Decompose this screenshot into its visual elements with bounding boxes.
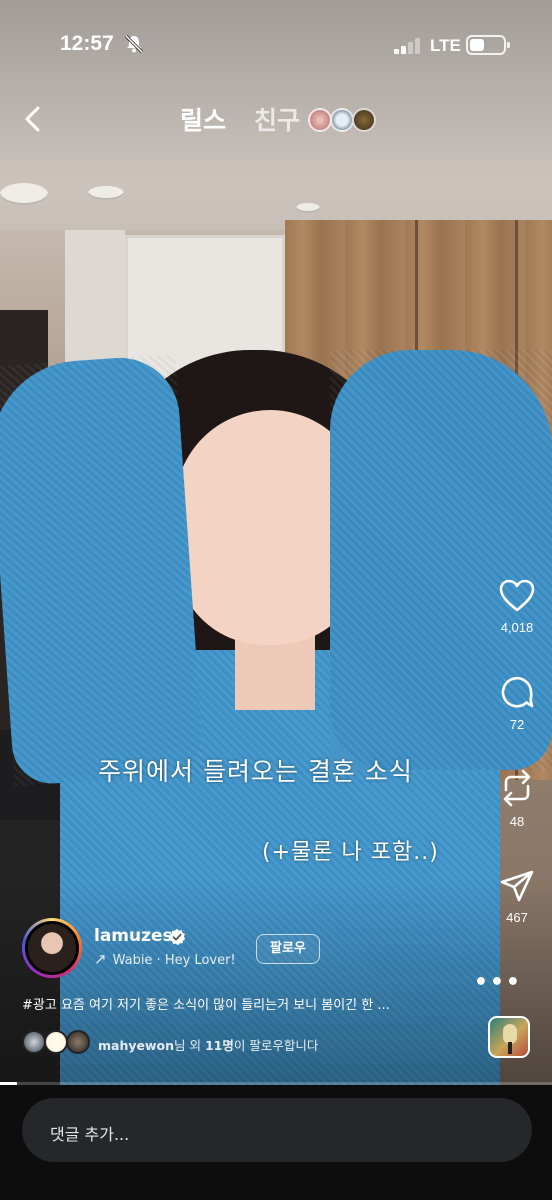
audio-thumbnail[interactable] (488, 1016, 530, 1058)
friend-avatars[interactable] (308, 108, 378, 134)
share-button[interactable]: 467 (482, 868, 552, 925)
friend-avatar (330, 108, 354, 132)
video-caption-sub: (+물론 나 포함..) (262, 840, 439, 865)
repost-count: 48 (509, 814, 525, 829)
comment-button[interactable]: 72 (482, 673, 552, 732)
share-count: 467 (506, 910, 528, 925)
like-count: 4,018 (500, 620, 534, 635)
ceiling-light (296, 203, 320, 213)
friend-avatar (352, 108, 376, 132)
followed-by-suffix: 이 팔로우합니다 (233, 1038, 319, 1053)
back-arrow-icon[interactable] (20, 104, 46, 134)
audio-label: Wabie · Hey Lover! (112, 953, 236, 968)
follower-count: 11명 (204, 1038, 234, 1053)
tab-reels[interactable]: 릴스 (180, 101, 226, 137)
battery-level (470, 39, 485, 51)
silent-bell-icon (124, 34, 144, 54)
arrow-icon: ↗ (94, 950, 107, 968)
comment-placeholder: 댓글 추가... (50, 1125, 130, 1144)
ceiling-light (0, 183, 48, 205)
followed-by[interactable]: mahyewon님 외 11명이 팔로우합니다 (22, 1030, 482, 1056)
followed-by-mid: 님 외 (174, 1038, 205, 1053)
follow-button[interactable]: 팔로우 (256, 934, 320, 964)
followed-by-text: mahyewon님 외 11명이 팔로우합니다 (98, 1035, 318, 1054)
signal-icon (394, 38, 420, 54)
video-caption: 주위에서 들려오는 결혼 소식 (98, 757, 413, 786)
friend-avatar (308, 108, 332, 132)
battery-icon (466, 35, 510, 55)
microphone-icon (503, 1024, 517, 1044)
author-username[interactable]: lamuzes (94, 926, 173, 946)
repost-button[interactable]: 48 (482, 768, 552, 829)
follower-avatar (44, 1030, 68, 1054)
more-options-icon[interactable]: ••• (474, 970, 522, 995)
repost-icon (503, 769, 531, 807)
reel-video[interactable] (0, 0, 552, 1085)
send-icon (500, 870, 534, 902)
author-avatar[interactable] (22, 918, 82, 978)
like-button[interactable]: 4,018 (482, 578, 552, 635)
verified-badge-icon (169, 928, 186, 946)
tab-friends[interactable]: 친구 (254, 101, 300, 137)
comment-count: 72 (509, 717, 525, 732)
left-arm (0, 353, 205, 787)
follower-avatar (66, 1030, 90, 1054)
audio-track[interactable]: ↗ Wabie · Hey Lover! (94, 950, 236, 968)
heart-icon (499, 579, 535, 612)
ceiling-light (88, 186, 124, 200)
status-bar: 12:57 LTE (0, 0, 552, 90)
follower-avatar (22, 1030, 46, 1054)
status-time: 12:57 (60, 32, 114, 55)
comment-icon (501, 676, 534, 708)
follower-name: mahyewon (98, 1038, 175, 1053)
network-type: LTE (430, 36, 461, 55)
reel-description[interactable]: #광고 요즘 여기 저기 좋은 소식이 많이 들리는거 보니 봄이긴 한 ... (22, 994, 462, 1013)
